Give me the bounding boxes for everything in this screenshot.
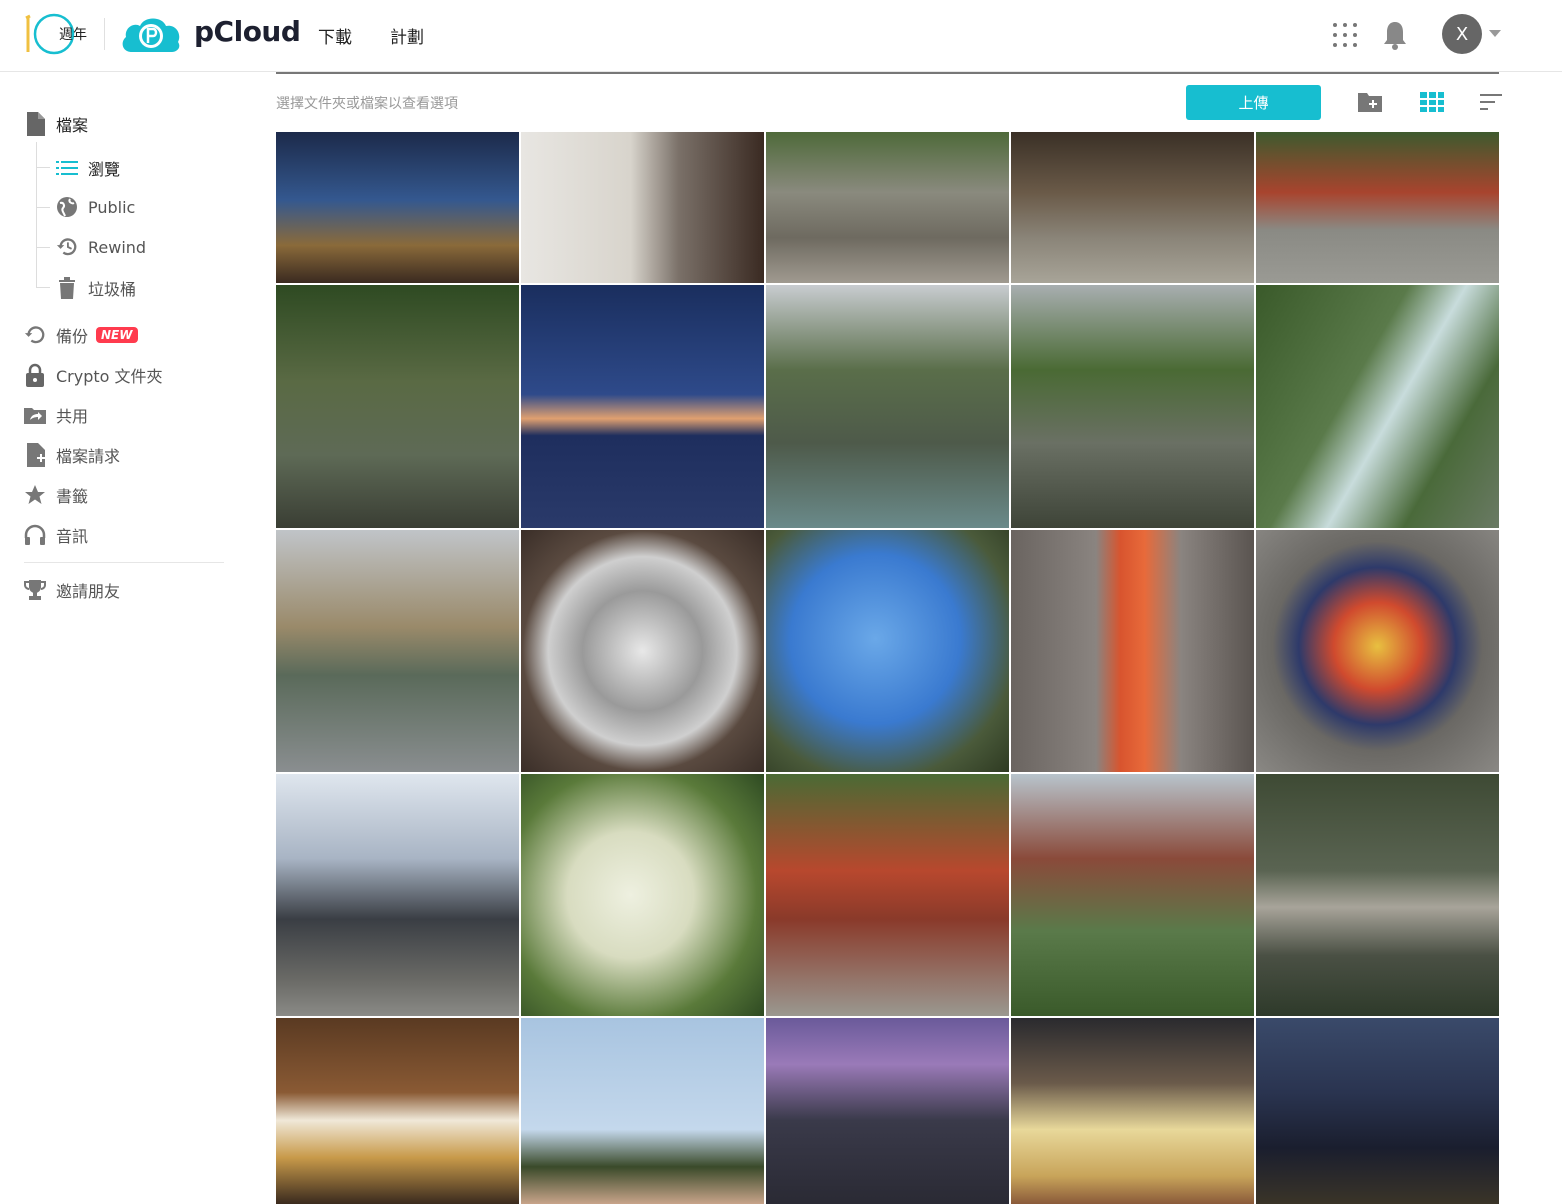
sidebar-item-label: 共用 xyxy=(56,407,89,426)
sidebar-item-bookmarks[interactable]: 書籤 xyxy=(24,483,88,507)
photo-castle-cloudy-sky[interactable] xyxy=(276,774,519,1016)
file-request-icon xyxy=(24,443,46,467)
selection-hint: 選擇文件夾或檔案以查看選項 xyxy=(276,96,458,112)
app-header: 週年 pCloud 下載 計劃 X xyxy=(0,0,1562,72)
photo-torii-forest[interactable] xyxy=(276,285,519,528)
sidebar-item-label: 書籤 xyxy=(56,487,89,506)
sidebar-item-label: 音訊 xyxy=(56,527,89,546)
sidebar-item-label: 備份 xyxy=(56,327,89,346)
shared-folder-icon xyxy=(24,404,46,426)
tree-line xyxy=(36,142,37,288)
tree-tick xyxy=(36,247,50,248)
photo-stepping-stones-koi[interactable] xyxy=(1256,774,1499,1016)
sidebar-item-invite[interactable]: 邀請朋友 xyxy=(24,578,120,602)
photo-arched-bridge-pond[interactable] xyxy=(1011,285,1254,528)
photo-grid xyxy=(276,132,1499,1204)
photo-red-shrine-courtyard[interactable] xyxy=(1256,132,1499,283)
sidebar-item-rewind[interactable]: Rewind xyxy=(56,236,146,258)
photo-tree-light-mall[interactable] xyxy=(276,132,519,283)
history-icon xyxy=(56,236,78,258)
sidebar: 檔案 瀏覽 Public Rewind 垃圾桶 備份 NEW Crypto 文件… xyxy=(0,72,250,1204)
photo-temple-gate-lanterns[interactable] xyxy=(1011,132,1254,283)
tree-tick xyxy=(36,287,50,288)
lock-icon xyxy=(24,363,46,387)
brand-name[interactable]: pCloud xyxy=(194,15,301,48)
pcloud-logo-icon[interactable] xyxy=(118,12,184,56)
photo-airplane-cabin[interactable] xyxy=(766,1018,1009,1204)
sidebar-item-file-requests[interactable]: 檔案請求 xyxy=(24,443,120,467)
photo-white-hydrangea[interactable] xyxy=(521,774,764,1016)
photo-glass-dome-ceiling[interactable] xyxy=(521,530,764,772)
nav-download[interactable]: 下載 xyxy=(318,23,352,48)
backup-icon xyxy=(24,324,46,346)
sidebar-item-trash[interactable]: 垃圾桶 xyxy=(56,276,136,300)
sidebar-item-files[interactable]: 檔案 xyxy=(24,112,88,136)
photo-river-gorge[interactable] xyxy=(766,285,1009,528)
photo-drinks-toast[interactable] xyxy=(1011,1018,1254,1204)
sidebar-item-label: 邀請朋友 xyxy=(56,582,121,601)
photo-stone-marker-sign[interactable] xyxy=(521,132,764,283)
sidebar-item-browse[interactable]: 瀏覽 xyxy=(56,156,120,180)
photo-leaf-against-sky[interactable] xyxy=(521,1018,764,1204)
sidebar-item-label: Rewind xyxy=(88,237,147,257)
globe-icon xyxy=(56,196,78,218)
sidebar-item-label: 檔案 xyxy=(56,116,89,135)
photo-shrine-stairs[interactable] xyxy=(766,132,1009,283)
sidebar-item-label: Public xyxy=(88,197,136,217)
photo-waterfall[interactable] xyxy=(1256,285,1499,528)
photo-ice-cream-cone[interactable] xyxy=(276,1018,519,1204)
photo-airplane-wing-dusk[interactable] xyxy=(521,285,764,528)
headphones-icon xyxy=(24,524,46,546)
sidebar-item-backup[interactable]: 備份 NEW xyxy=(24,323,138,347)
photo-red-shrine-hall[interactable] xyxy=(766,774,1009,1016)
sort-icon[interactable] xyxy=(1478,91,1504,113)
nav-plans[interactable]: 計劃 xyxy=(390,23,424,48)
grid-view-icon[interactable] xyxy=(1419,91,1445,113)
tree-tick xyxy=(36,167,50,168)
trash-icon xyxy=(56,277,78,299)
star-icon xyxy=(24,484,46,506)
sidebar-item-label: 垃圾桶 xyxy=(88,280,137,299)
chevron-down-icon[interactable] xyxy=(1489,30,1501,38)
header-divider xyxy=(104,18,105,50)
previous-row-strip xyxy=(276,72,1499,74)
user-avatar[interactable]: X xyxy=(1442,14,1482,54)
apps-grid-icon[interactable] xyxy=(1332,22,1358,48)
sidebar-item-label: Crypto 文件夾 xyxy=(56,367,163,386)
trophy-icon xyxy=(24,579,46,601)
photo-ropeway-cable-car[interactable] xyxy=(1011,774,1254,1016)
sidebar-item-audio[interactable]: 音訊 xyxy=(24,523,88,547)
photo-manhole-cover[interactable] xyxy=(1256,530,1499,772)
anniversary-label: 週年 xyxy=(59,27,87,43)
sidebar-divider xyxy=(24,562,224,563)
sidebar-item-label: 檔案請求 xyxy=(56,447,121,466)
new-folder-icon[interactable] xyxy=(1357,91,1383,113)
sidebar-item-public[interactable]: Public xyxy=(56,196,135,218)
sidebar-item-shared[interactable]: 共用 xyxy=(24,403,88,427)
file-icon xyxy=(24,112,46,136)
upload-button[interactable]: 上傳 xyxy=(1186,85,1321,120)
new-badge: NEW xyxy=(96,327,138,343)
photo-red-post-box[interactable] xyxy=(1011,530,1254,772)
photo-night-city-wing[interactable] xyxy=(1256,1018,1499,1204)
sidebar-item-label: 瀏覽 xyxy=(88,160,121,179)
tree-tick xyxy=(36,207,50,208)
notification-bell-icon[interactable] xyxy=(1382,20,1408,50)
photo-laurel-wreath-sculpture[interactable] xyxy=(276,530,519,772)
sidebar-item-crypto[interactable]: Crypto 文件夾 xyxy=(24,363,163,387)
list-icon xyxy=(56,157,78,179)
photo-blue-hydrangea[interactable] xyxy=(766,530,1009,772)
